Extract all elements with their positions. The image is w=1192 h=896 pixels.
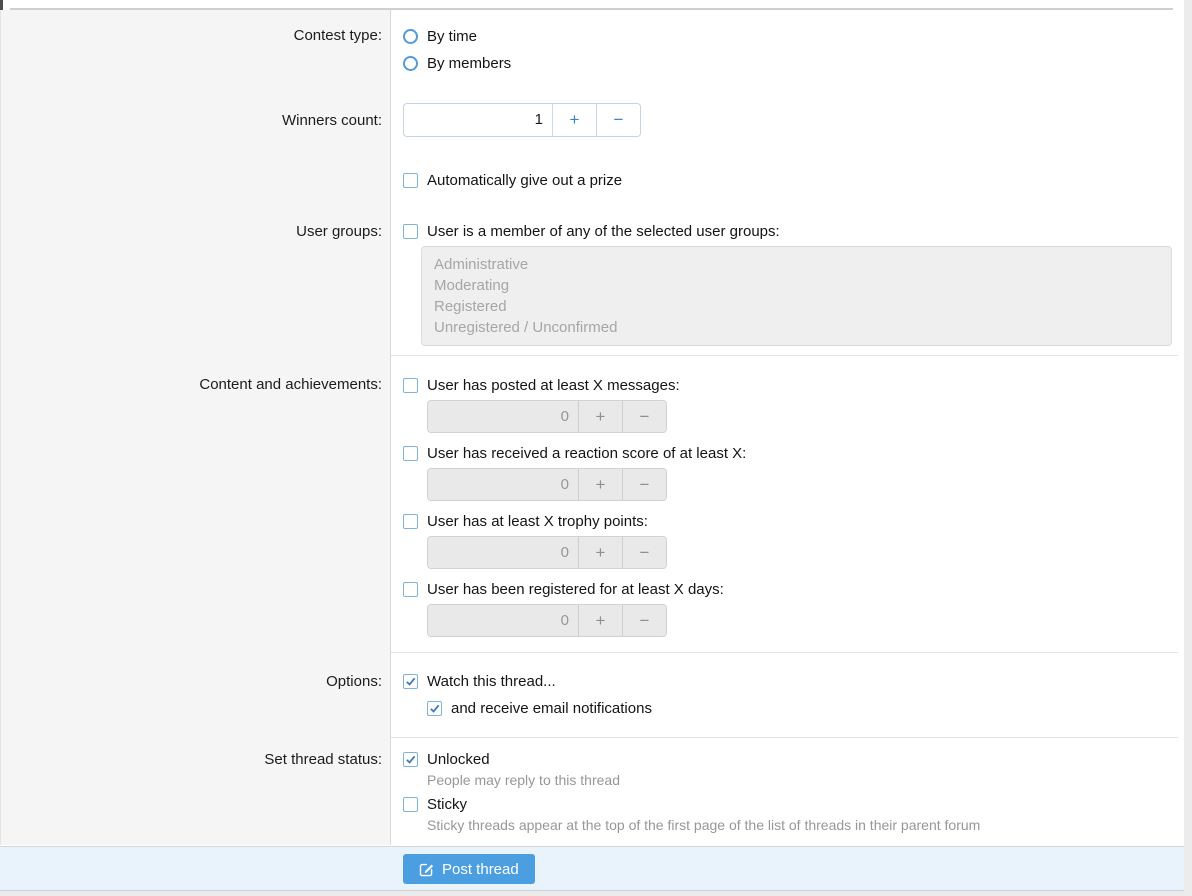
watch-thread-checkbox[interactable] — [403, 674, 418, 689]
email-notifications-checkbox[interactable] — [427, 701, 442, 716]
criterion-reaction-score: User has received a reaction score of at… — [403, 444, 1178, 501]
user-group-option: Unregistered / Unconfirmed — [434, 317, 1171, 338]
radio-row-by-time: By time — [403, 27, 1178, 46]
user-groups-label: User groups: — [0, 210, 391, 356]
checkmark-icon — [407, 756, 415, 762]
watch-thread-label: Watch this thread... — [427, 673, 556, 690]
messages-label: User has posted at least X messages: — [427, 377, 680, 394]
user-groups-checkbox[interactable] — [403, 224, 418, 239]
scrollbar[interactable] — [1184, 0, 1192, 896]
trophy-points-stepper: 0 + − — [427, 536, 667, 569]
trophy-points-increment-button: + — [578, 537, 622, 568]
criterion-registered-days: User has been registered for at least X … — [403, 580, 1178, 637]
edit-icon — [419, 862, 434, 877]
auto-prize-checkbox[interactable] — [403, 173, 418, 188]
reaction-score-decrement-button: − — [622, 469, 666, 500]
trophy-points-decrement-button: − — [622, 537, 666, 568]
reaction-score-increment-button: + — [578, 469, 622, 500]
trophy-points-checkbox[interactable] — [403, 514, 418, 529]
criterion-trophy-points: User has at least X trophy points: 0 + − — [403, 512, 1178, 569]
form-row-options: Options: Watch this thread... and receiv… — [0, 653, 1178, 738]
email-notifications-row: and receive email notifications — [427, 699, 1178, 718]
trophy-points-input: 0 — [428, 537, 578, 568]
reaction-score-input: 0 — [428, 469, 578, 500]
trophy-points-label: User has at least X trophy points: — [427, 513, 648, 530]
reaction-score-label: User has received a reaction score of at… — [427, 445, 746, 462]
by-members-label: By members — [427, 55, 511, 72]
registered-days-decrement-button: − — [622, 605, 666, 636]
criterion-messages: User has posted at least X messages: 0 +… — [403, 376, 1178, 433]
unlocked-label: Unlocked — [427, 751, 490, 768]
winners-count-decrement-button[interactable]: − — [596, 104, 640, 136]
auto-prize-label: Automatically give out a prize — [427, 172, 622, 189]
registered-days-increment-button: + — [578, 605, 622, 636]
user-group-option: Moderating — [434, 275, 1171, 296]
messages-decrement-button: − — [622, 401, 666, 432]
bottom-strip — [0, 890, 1192, 896]
watch-thread-row: Watch this thread... — [403, 672, 1178, 691]
winners-count-stepper: 1 + − — [403, 103, 641, 137]
post-thread-button[interactable]: Post thread — [403, 854, 535, 884]
winners-count-increment-button[interactable]: + — [552, 104, 596, 136]
new-thread-page: Contest type: By time By members Winners… — [0, 0, 1192, 896]
sticky-checkbox[interactable] — [403, 797, 418, 812]
messages-stepper: 0 + − — [427, 400, 667, 433]
registered-days-label: User has been registered for at least X … — [427, 581, 724, 598]
checkmark-icon — [407, 678, 415, 684]
user-group-option: Administrative — [434, 254, 1171, 275]
registered-days-stepper: 0 + − — [427, 604, 667, 637]
sticky-label: Sticky — [427, 796, 467, 813]
by-time-label: By time — [427, 28, 477, 45]
by-members-radio[interactable] — [403, 56, 418, 71]
messages-increment-button: + — [578, 401, 622, 432]
reaction-score-stepper: 0 + − — [427, 468, 667, 501]
form-row-winners-count: Winners count: 1 + − Automatically give … — [0, 86, 1178, 210]
options-label: Options: — [0, 653, 391, 738]
form-row-thread-status: Set thread status: Unlocked People may r… — [0, 738, 1178, 845]
unlocked-hint: People may reply to this thread — [427, 771, 1178, 789]
radio-row-by-members: By members — [403, 54, 1178, 73]
winners-count-label: Winners count: — [0, 86, 391, 210]
messages-input: 0 — [428, 401, 578, 432]
by-time-radio[interactable] — [403, 29, 418, 44]
user-groups-checkbox-label: User is a member of any of the selected … — [427, 223, 780, 240]
form-row-content-achievements: Content and achievements: User has poste… — [0, 356, 1178, 653]
checkmark-icon — [431, 705, 439, 711]
form-row-user-groups: User groups: User is a member of any of … — [0, 210, 1178, 356]
auto-prize-row: Automatically give out a prize — [403, 171, 1178, 190]
form-row-contest-type: Contest type: By time By members — [0, 10, 1178, 86]
winners-count-input[interactable]: 1 — [404, 104, 552, 136]
sticky-hint: Sticky threads appear at the top of the … — [427, 816, 1178, 834]
user-groups-checkbox-row: User is a member of any of the selected … — [403, 222, 1178, 241]
contest-type-label: Contest type: — [0, 10, 391, 86]
post-thread-button-label: Post thread — [442, 861, 519, 878]
thread-status-label: Set thread status: — [0, 738, 391, 845]
user-groups-select: Administrative Moderating Registered Unr… — [421, 246, 1172, 346]
content-achievements-label: Content and achievements: — [0, 356, 391, 653]
registered-days-checkbox[interactable] — [403, 582, 418, 597]
user-group-option: Registered — [434, 296, 1171, 317]
unlocked-checkbox[interactable] — [403, 752, 418, 767]
thread-form: Contest type: By time By members Winners… — [0, 10, 1178, 845]
form-footer: Post thread — [0, 846, 1192, 890]
unlocked-row: Unlocked — [403, 750, 1178, 769]
email-notifications-label: and receive email notifications — [451, 700, 652, 717]
sticky-row: Sticky — [403, 795, 1178, 814]
messages-checkbox[interactable] — [403, 378, 418, 393]
registered-days-input: 0 — [428, 605, 578, 636]
reaction-score-checkbox[interactable] — [403, 446, 418, 461]
